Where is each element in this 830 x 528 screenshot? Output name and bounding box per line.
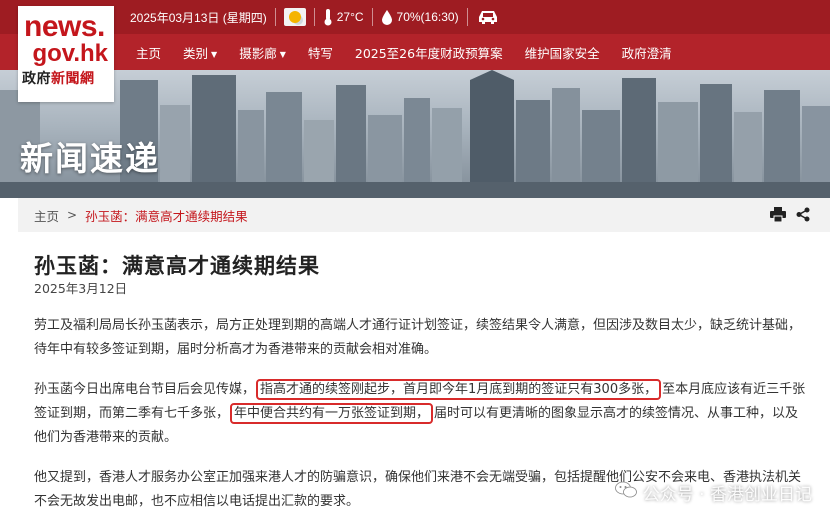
share-icon[interactable] [796,207,810,225]
nav-item-gallery[interactable]: 摄影廊 ▼ [228,43,297,62]
breadcrumb-separator: > [67,208,78,222]
logo-main-text: news. [24,10,105,43]
article-title: 孙玉菡：满意高才通续期结果 [34,254,320,278]
traffic-car-icon[interactable] [476,9,500,25]
highlight-box: 指高才通的续签刚起步，首月即今年1月底到期的签证只有300多张， [256,379,662,400]
nav-item-home[interactable]: 主页 [125,43,172,62]
logo-chinese-text: 政府新聞網 [22,71,95,87]
nav-item-clarifications[interactable]: 政府澄清 [611,43,683,62]
main-nav: 主页 类别 ▼ 摄影廊 ▼ 特写 2025至26年度财政预算案 维护国家安全 政府澄… [125,38,683,66]
watermark-text: 公众号 · 香港创业日记 [642,485,812,505]
site-logo[interactable]: news. gov.hk 政府新聞網 [18,6,114,102]
breadcrumb: 主页 > 孙玉菡：满意高才通续期结果 [18,198,830,232]
weather-sunny-icon[interactable] [283,8,306,26]
header-date: 2025年03月13日 (星期四) [130,10,267,25]
humidity-drop-icon [381,9,393,25]
chevron-down-icon: ▼ [211,49,218,59]
print-icon[interactable] [770,207,786,225]
nav-item-category[interactable]: 类别 ▼ [172,43,228,62]
temperature-value[interactable]: 27°C [337,10,364,24]
highlight-box: 年中便合共约有一万张签证到期， [230,403,434,424]
divider [313,8,315,26]
hero-banner: 新闻速递 [0,70,830,198]
nav-item-budget[interactable]: 2025至26年度财政预算案 [344,43,514,62]
thermometer-icon [323,8,333,26]
divider [274,8,276,26]
humidity-value[interactable]: 70%(16:30) [397,10,459,24]
breadcrumb-current: 孙玉菡：满意高才通续期结果 [85,208,248,224]
divider [371,8,373,26]
info-row: 2025年03月13日 (星期四) 27°C 70%(16:30) [130,6,504,28]
site-header: 2025年03月13日 (星期四) 27°C 70%(16:30) 主页 类别 ▼… [0,0,830,70]
wechat-icon [614,481,637,504]
nav-item-features[interactable]: 特写 [297,43,344,62]
article-tools [770,207,810,225]
nav-item-national-security[interactable]: 维护国家安全 [514,43,611,62]
divider [466,8,468,26]
breadcrumb-home-link[interactable]: 主页 [34,206,59,225]
article-date: 2025年3月12日 [34,281,128,296]
article-paragraph-2: 孙玉菡今日出席电台节目后会见传媒， 指高才通的续签刚起步，首月即今年1月底到期的签… [34,378,808,450]
article-paragraph-1: 劳工及福利局局长孙玉菡表示，局方正处理到期的高端人才通行证计划签证，续签结果令人… [34,318,802,357]
hero-title: 新闻速递 [20,139,160,178]
chevron-down-icon: ▼ [279,49,286,59]
wechat-watermark: 公众号 · 香港创业日记 [614,480,812,505]
article-card: 主页 > 孙玉菡：满意高才通续期结果 孙玉菡：满意高才通续期结果 2025年3月… [18,198,830,528]
logo-sub-text: gov.hk [32,40,108,67]
